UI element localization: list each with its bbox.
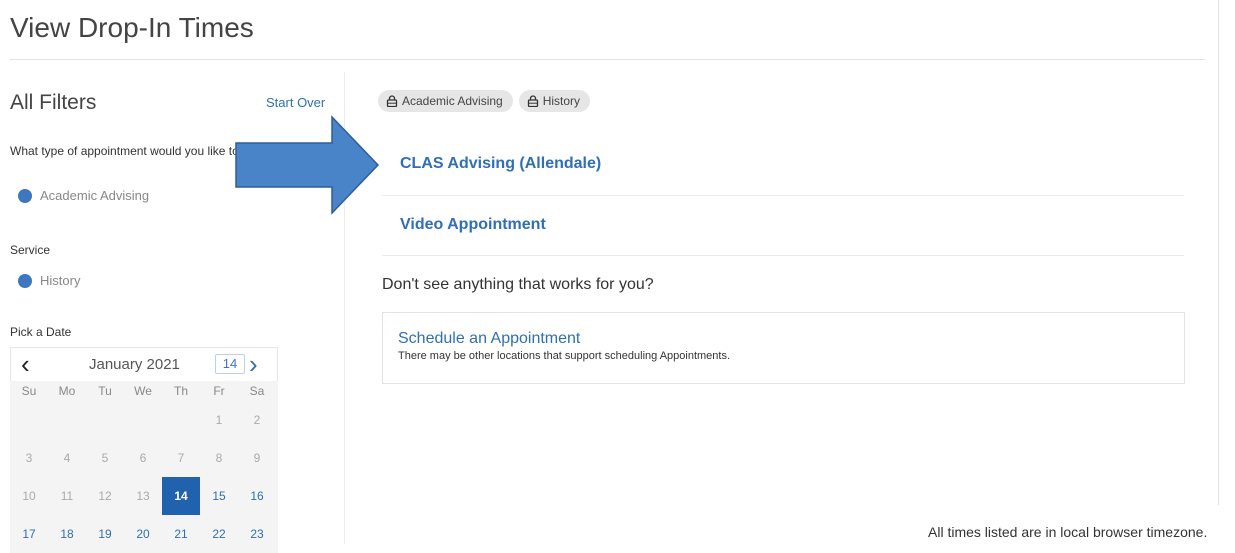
lock-icon [386,95,398,107]
date-picker: ‹ January 2021 14 › Su Mo Tu We Th Fr Sa 1 2 3 4 5 6… [10,347,278,553]
calendar-day[interactable]: 23 [238,515,276,553]
annotation-arrow-icon [235,115,380,215]
page-title: View Drop-In Times [10,12,254,43]
filter-chip-label: History [542,94,581,108]
schedule-appointment-subtitle: There may be other locations that suppor… [398,350,731,362]
calendar-day: 4 [63,451,71,465]
calendar-day: 11 [60,489,74,503]
weekday-header: We [134,384,152,398]
title-divider [10,59,1205,60]
calendar-empty-cell [124,401,162,439]
timezone-note: All times listed are in local browser ti… [928,524,1208,540]
filter-chip-label: Academic Advising [402,94,503,108]
weekday-header: Mo [58,384,76,398]
calendar-empty-cell [10,401,48,439]
weekday-header: Sa [249,384,265,398]
next-month-icon[interactable]: › [249,350,258,378]
calendar-month: January 2021 [89,356,180,373]
result-divider [382,255,1184,256]
calendar-day[interactable]: 16 [238,477,276,515]
start-over-link[interactable]: Start Over [266,95,325,110]
calendar-day[interactable]: 22 [200,515,238,553]
calendar-day[interactable]: 17 [10,515,48,553]
calendar-grid: Su Mo Tu We Th Fr Sa 1 2 3 4 5 6 7 8 9 10 11 12 13 14 15 16 17 1… [10,381,278,553]
fallback-prompt: Don't see anything that works for you? [382,276,654,293]
calendar-day: 1 [215,413,223,427]
schedule-appointment-card[interactable]: Schedule an Appointment There may be oth… [382,312,1185,384]
filter-chip: Academic Advising [378,90,513,112]
lock-icon [527,95,538,107]
calendar-day[interactable]: 15 [200,477,238,515]
radio-selected-icon [18,188,32,203]
calendar-day[interactable]: 20 [124,515,162,553]
prev-month-icon[interactable]: ‹ [21,350,30,378]
active-filters: Academic Advising History [378,90,591,112]
calendar-day: 12 [98,489,112,503]
weekday-header: Fr [213,384,225,398]
service-option-label: History [40,273,81,288]
calendar-day: 5 [101,451,109,465]
weekday-header: Su [21,384,37,398]
today-button[interactable]: 14 [215,354,245,374]
right-edge-divider [1218,0,1219,505]
calendar-empty-cell [86,401,124,439]
service-option[interactable]: History [18,273,80,288]
filter-chip: History [518,90,591,112]
calendar-empty-cell [162,401,200,439]
weekday-header: Th [173,384,188,398]
calendar-day: 13 [136,489,150,503]
calendar-day: 3 [25,451,33,465]
filters-heading: All Filters [10,91,97,114]
calendar-day: 2 [253,413,261,427]
result-clas-advising[interactable]: CLAS Advising (Allendale) [400,155,601,173]
calendar-day[interactable]: 19 [86,515,124,553]
calendar-header: ‹ January 2021 14 › [10,347,278,381]
schedule-appointment-link[interactable]: Schedule an Appointment [398,330,1169,348]
calendar-empty-cell [48,401,86,439]
date-label: Pick a Date [10,325,72,339]
appointment-type-option[interactable]: Academic Advising [18,188,149,203]
service-label: Service [10,243,51,257]
calendar-day: 7 [177,451,185,465]
calendar-day: 8 [215,451,223,465]
weekday-header: Tu [98,384,112,398]
calendar-day: 10 [22,489,36,503]
result-video-appointment[interactable]: Video Appointment [400,216,546,234]
appointment-type-label: Academic Advising [40,188,150,203]
calendar-day: 6 [139,451,147,465]
result-divider [382,195,1184,196]
radio-selected-icon [18,273,32,288]
calendar-day[interactable]: 21 [162,515,200,553]
calendar-day[interactable]: 18 [48,515,86,553]
calendar-day[interactable]: 14 [162,477,200,515]
calendar-day: 9 [253,451,261,465]
